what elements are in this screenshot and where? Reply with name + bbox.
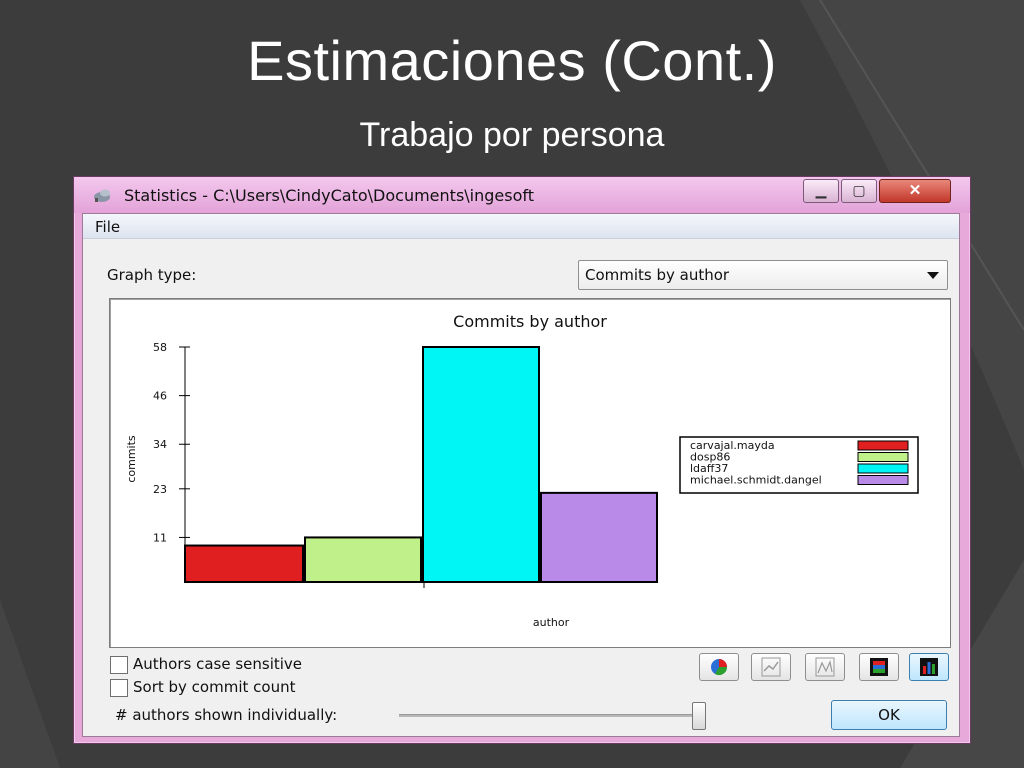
bar-dosp86 (304, 536, 422, 583)
window-client-area: File Graph type: Commits by author Commi… (82, 213, 960, 737)
minimize-icon: ▁ (815, 182, 827, 198)
commits-chart: Commits by author commits author 58 46 34 2… (125, 312, 919, 629)
statistics-window: Statistics - C:\Users\CindyCato\Document… (73, 176, 971, 744)
bar-chart-icon (920, 658, 938, 676)
stacked-bar-button[interactable] (859, 653, 899, 681)
case-sensitive-label: Authors case sensitive (133, 655, 303, 673)
window-title: Statistics - C:\Users\CindyCato\Document… (124, 186, 534, 205)
chart-title: Commits by author (453, 312, 607, 331)
y-tick-label: 46 (153, 390, 167, 403)
y-tick-label: 58 (153, 341, 167, 354)
maximize-icon: ▢ (852, 182, 866, 198)
y-tick-label: 23 (153, 483, 167, 496)
authors-shown-slider-track[interactable] (399, 714, 703, 717)
pie-chart-button[interactable] (699, 653, 739, 681)
stacked-bar-icon (870, 658, 888, 676)
graph-type-select[interactable]: Commits by author (578, 260, 948, 290)
legend-swatch (857, 452, 909, 462)
slide-subtitle: Trabajo por persona (359, 116, 665, 154)
authors-shown-slider-thumb[interactable] (692, 702, 706, 730)
chart-legend: carvajal.maydadosp86ldaff37michael.schmi… (679, 436, 919, 494)
maximize-button[interactable]: ▢ (841, 179, 877, 203)
close-button[interactable]: ✕ (879, 179, 951, 203)
legend-swatch (857, 440, 909, 451)
scatter-chart-icon (815, 657, 835, 677)
authors-shown-label: # authors shown individually: (115, 706, 338, 724)
line-chart-button[interactable] (751, 653, 791, 681)
sort-by-count-checkbox[interactable] (110, 679, 128, 697)
legend-label: michael.schmidt.dangel (690, 474, 822, 487)
menu-bar: File (83, 214, 959, 239)
bar-carvajal.mayda (184, 544, 304, 584)
bar-michael.schmidt.dangel (540, 491, 658, 584)
graph-type-label: Graph type: (107, 266, 197, 284)
slide-title: Estimaciones (Cont.) (247, 29, 777, 92)
line-chart-icon (761, 657, 781, 677)
bar-ldaff37 (422, 346, 540, 583)
bar-chart-button[interactable] (909, 653, 949, 681)
chart-panel: Commits by author commits author 58 46 34 2… (109, 298, 951, 648)
chevron-down-icon (927, 272, 939, 279)
chart-y-axis-label: commits (125, 435, 138, 483)
legend-swatch (857, 463, 909, 474)
scatter-chart-button[interactable] (805, 653, 845, 681)
window-titlebar[interactable]: Statistics - C:\Users\CindyCato\Document… (74, 177, 970, 213)
ok-button[interactable]: OK (831, 700, 947, 730)
legend-swatch (857, 475, 909, 485)
menu-file[interactable]: File (95, 218, 120, 236)
sort-by-count-label: Sort by commit count (133, 678, 296, 696)
close-icon: ✕ (908, 182, 922, 199)
chart-x-axis-label: author (533, 616, 570, 629)
graph-type-value: Commits by author (585, 266, 730, 284)
minimize-button[interactable]: ▁ (803, 179, 839, 203)
pie-chart-icon (711, 659, 728, 676)
y-tick-label: 34 (153, 438, 167, 451)
app-icon (94, 189, 110, 202)
chart-bars (184, 346, 658, 584)
y-tick-label: 11 (153, 531, 167, 544)
case-sensitive-checkbox[interactable] (110, 656, 128, 674)
